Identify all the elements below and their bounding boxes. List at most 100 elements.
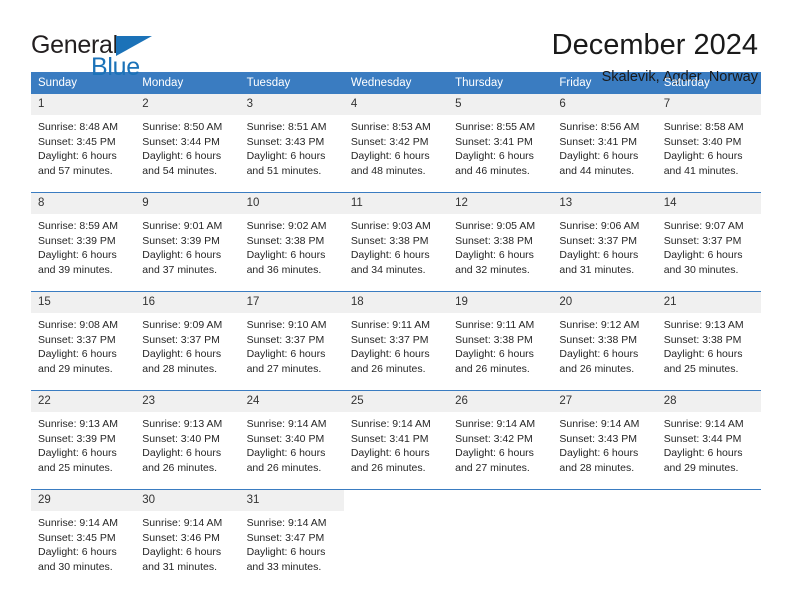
day-cell[interactable]: 18 Sunrise: 9:11 AM Sunset: 3:37 PM Dayl…: [343, 291, 449, 391]
day-details: Sunrise: 9:05 AM Sunset: 3:38 PM Dayligh…: [448, 214, 552, 291]
day-cell[interactable]: 31 Sunrise: 9:14 AM Sunset: 3:47 PM Dayl…: [239, 489, 344, 588]
day-cell-empty: [656, 489, 761, 588]
day-cell[interactable]: 7 Sunrise: 8:58 AM Sunset: 3:40 PM Dayli…: [656, 94, 761, 193]
sunset-text: Sunset: 3:44 PM: [663, 432, 742, 445]
day-details: Sunrise: 9:08 AM Sunset: 3:37 PM Dayligh…: [31, 313, 135, 390]
day-cell[interactable]: 26 Sunrise: 9:14 AM Sunset: 3:42 PM Dayl…: [448, 390, 553, 490]
day-cell[interactable]: 11 Sunrise: 9:03 AM Sunset: 3:38 PM Dayl…: [343, 192, 449, 292]
sunrise-text: Sunrise: 9:13 AM: [663, 319, 744, 331]
day-cell[interactable]: 20 Sunrise: 9:12 AM Sunset: 3:38 PM Dayl…: [552, 291, 657, 391]
day-cell[interactable]: 15 Sunrise: 9:08 AM Sunset: 3:37 PM Dayl…: [31, 291, 136, 391]
day-cell-empty: [343, 489, 449, 588]
day-number: 31: [239, 490, 344, 511]
page-header: General Blue December 2024 Skalevik, Agd…: [0, 0, 792, 85]
sunrise-text: Sunrise: 8:50 AM: [142, 121, 223, 133]
sunset-text: Sunset: 3:43 PM: [246, 135, 325, 148]
day-details: Sunrise: 9:13 AM Sunset: 3:38 PM Dayligh…: [657, 313, 761, 390]
day-cell[interactable]: 27 Sunrise: 9:14 AM Sunset: 3:43 PM Dayl…: [552, 390, 657, 490]
sunset-text: Sunset: 3:37 PM: [38, 333, 116, 346]
sunrise-text: Sunrise: 8:59 AM: [38, 220, 118, 232]
daylight-text-line2: and 30 minutes.: [38, 560, 113, 573]
day-cell[interactable]: 6 Sunrise: 8:56 AM Sunset: 3:41 PM Dayli…: [552, 94, 657, 193]
sunrise-text: Sunrise: 9:14 AM: [559, 418, 640, 430]
day-details: Sunrise: 9:01 AM Sunset: 3:39 PM Dayligh…: [135, 214, 239, 291]
daylight-text-line2: and 27 minutes.: [455, 461, 530, 474]
day-details: Sunrise: 8:59 AM Sunset: 3:39 PM Dayligh…: [31, 214, 135, 291]
day-details: Sunrise: 8:53 AM Sunset: 3:42 PM Dayligh…: [344, 115, 448, 192]
sunset-text: Sunset: 3:45 PM: [38, 135, 116, 148]
sunset-text: Sunset: 3:46 PM: [142, 531, 220, 544]
day-cell[interactable]: 8 Sunrise: 8:59 AM Sunset: 3:39 PM Dayli…: [31, 192, 136, 292]
day-details: Sunrise: 8:48 AM Sunset: 3:45 PM Dayligh…: [31, 115, 135, 192]
day-cell[interactable]: 3 Sunrise: 8:51 AM Sunset: 3:43 PM Dayli…: [239, 94, 344, 193]
daylight-text-line2: and 34 minutes.: [350, 263, 426, 276]
day-cell[interactable]: 22 Sunrise: 9:13 AM Sunset: 3:39 PM Dayl…: [31, 390, 136, 490]
day-details: Sunrise: 9:02 AM Sunset: 3:38 PM Dayligh…: [240, 214, 344, 291]
day-number: 7: [656, 94, 761, 115]
day-details: [344, 511, 448, 588]
calendar-page: General Blue December 2024 Skalevik, Agd…: [0, 0, 792, 612]
day-cell[interactable]: 9 Sunrise: 9:01 AM Sunset: 3:39 PM Dayli…: [135, 192, 240, 292]
daylight-text-line1: Daylight: 6 hours: [455, 447, 534, 460]
day-details: Sunrise: 9:10 AM Sunset: 3:37 PM Dayligh…: [240, 313, 344, 390]
sunrise-text: Sunrise: 8:48 AM: [38, 121, 118, 133]
daylight-text-line1: Daylight: 6 hours: [38, 546, 117, 559]
day-number: 10: [239, 193, 344, 214]
day-number: [552, 490, 657, 511]
week-row: 29 Sunrise: 9:14 AM Sunset: 3:45 PM Dayl…: [31, 489, 761, 588]
sunset-text: Sunset: 3:45 PM: [38, 531, 116, 544]
day-cell[interactable]: 24 Sunrise: 9:14 AM Sunset: 3:40 PM Dayl…: [239, 390, 344, 490]
weekday-header-thursday: Thursday: [448, 72, 553, 94]
sunrise-text: Sunrise: 9:07 AM: [663, 220, 744, 232]
sunrise-text: Sunrise: 9:14 AM: [246, 418, 327, 430]
daylight-text-line2: and 46 minutes.: [455, 164, 530, 177]
sunset-text: Sunset: 3:38 PM: [246, 234, 325, 247]
day-number: 1: [31, 94, 136, 115]
day-cell[interactable]: 5 Sunrise: 8:55 AM Sunset: 3:41 PM Dayli…: [448, 94, 553, 193]
day-cell[interactable]: 25 Sunrise: 9:14 AM Sunset: 3:41 PM Dayl…: [343, 390, 449, 490]
day-cell[interactable]: 29 Sunrise: 9:14 AM Sunset: 3:45 PM Dayl…: [31, 489, 136, 588]
day-details: Sunrise: 8:56 AM Sunset: 3:41 PM Dayligh…: [552, 115, 656, 192]
sunset-text: Sunset: 3:43 PM: [559, 432, 638, 445]
sunset-text: Sunset: 3:40 PM: [142, 432, 220, 445]
sunset-text: Sunset: 3:47 PM: [246, 531, 325, 544]
daylight-text-line2: and 29 minutes.: [38, 362, 113, 375]
sunset-text: Sunset: 3:39 PM: [142, 234, 220, 247]
sunset-text: Sunset: 3:39 PM: [38, 234, 116, 247]
day-number: 12: [448, 193, 553, 214]
day-number: 5: [448, 94, 553, 115]
day-number: 14: [656, 193, 761, 214]
day-cell[interactable]: 23 Sunrise: 9:13 AM Sunset: 3:40 PM Dayl…: [135, 390, 240, 490]
day-cell[interactable]: 4 Sunrise: 8:53 AM Sunset: 3:42 PM Dayli…: [343, 94, 449, 193]
daylight-text-line1: Daylight: 6 hours: [246, 249, 326, 262]
day-cell[interactable]: 30 Sunrise: 9:14 AM Sunset: 3:46 PM Dayl…: [135, 489, 240, 588]
daylight-text-line1: Daylight: 6 hours: [663, 447, 743, 460]
sunset-text: Sunset: 3:41 PM: [455, 135, 533, 148]
day-cell[interactable]: 19 Sunrise: 9:11 AM Sunset: 3:38 PM Dayl…: [448, 291, 553, 391]
page-title: December 2024: [551, 29, 758, 61]
day-cell[interactable]: 13 Sunrise: 9:06 AM Sunset: 3:37 PM Dayl…: [552, 192, 657, 292]
day-details: Sunrise: 8:50 AM Sunset: 3:44 PM Dayligh…: [135, 115, 239, 192]
day-number: 15: [31, 292, 136, 313]
daylight-text-line2: and 57 minutes.: [38, 164, 113, 177]
brand-logo[interactable]: General Blue: [31, 30, 161, 80]
sunrise-text: Sunrise: 8:58 AM: [663, 121, 744, 133]
day-cell[interactable]: 10 Sunrise: 9:02 AM Sunset: 3:38 PM Dayl…: [239, 192, 344, 292]
day-cell[interactable]: 2 Sunrise: 8:50 AM Sunset: 3:44 PM Dayli…: [135, 94, 240, 193]
daylight-text-line2: and 28 minutes.: [559, 461, 635, 474]
day-cell[interactable]: 21 Sunrise: 9:13 AM Sunset: 3:38 PM Dayl…: [656, 291, 761, 391]
sunrise-text: Sunrise: 9:06 AM: [559, 220, 640, 232]
day-cell[interactable]: 17 Sunrise: 9:10 AM Sunset: 3:37 PM Dayl…: [239, 291, 344, 391]
day-cell[interactable]: 16 Sunrise: 9:09 AM Sunset: 3:37 PM Dayl…: [135, 291, 240, 391]
day-details: Sunrise: 8:51 AM Sunset: 3:43 PM Dayligh…: [240, 115, 344, 192]
day-cell[interactable]: 1 Sunrise: 8:48 AM Sunset: 3:45 PM Dayli…: [31, 94, 136, 193]
sunrise-text: Sunrise: 8:56 AM: [559, 121, 640, 133]
day-details: Sunrise: 9:11 AM Sunset: 3:37 PM Dayligh…: [344, 313, 448, 390]
sunrise-text: Sunrise: 9:09 AM: [142, 319, 223, 331]
sunrise-text: Sunrise: 9:14 AM: [455, 418, 536, 430]
day-number: 2: [135, 94, 240, 115]
day-cell[interactable]: 14 Sunrise: 9:07 AM Sunset: 3:37 PM Dayl…: [656, 192, 761, 292]
day-cell[interactable]: 28 Sunrise: 9:14 AM Sunset: 3:44 PM Dayl…: [656, 390, 761, 490]
day-number: [448, 490, 553, 511]
day-cell[interactable]: 12 Sunrise: 9:05 AM Sunset: 3:38 PM Dayl…: [448, 192, 553, 292]
